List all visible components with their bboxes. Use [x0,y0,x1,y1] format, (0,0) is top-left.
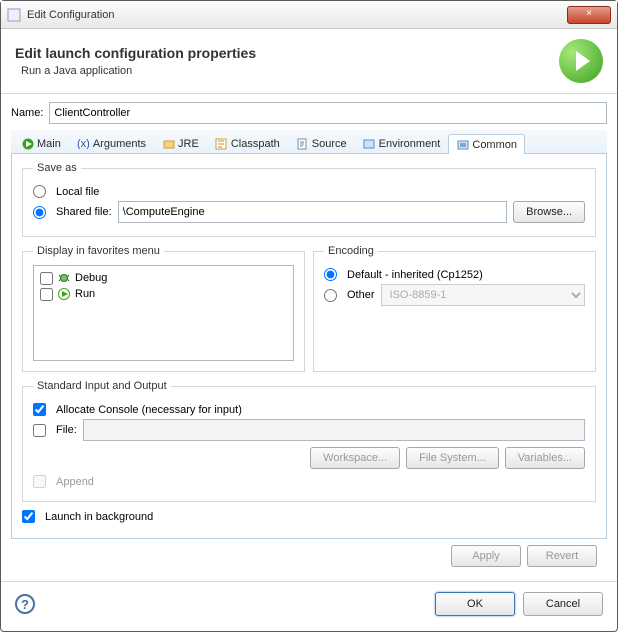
file-label: File: [56,424,77,436]
launch-background-label: Launch in background [45,511,153,523]
launch-background-checkbox[interactable] [22,510,35,523]
shared-file-input[interactable] [118,201,507,223]
favorites-run-label: Run [75,288,95,300]
help-icon[interactable]: ? [15,594,35,614]
save-as-group: Save as Local file Shared file: Browse..… [22,162,596,237]
shared-file-label: Shared file: [56,206,112,218]
tab-arguments-label: Arguments [93,138,146,150]
allocate-console-checkbox[interactable] [33,403,46,416]
common-icon [456,138,469,151]
tab-jre-label: JRE [178,138,199,150]
tab-classpath[interactable]: Classpath [207,133,288,153]
revert-button[interactable]: Revert [527,545,597,567]
tab-jre[interactable]: JRE [154,133,207,153]
favorites-list[interactable]: Debug Run [33,265,294,361]
favorites-legend: Display in favorites menu [33,245,164,257]
classpath-icon [215,137,228,150]
run-mini-icon [57,287,71,301]
encoding-legend: Encoding [324,245,378,257]
local-file-radio[interactable] [33,185,46,198]
footer: ? OK Cancel [1,581,617,626]
file-input[interactable] [83,419,585,441]
tab-bar: Main (x)= Arguments JRE Classpath Source… [11,130,607,154]
browse-button[interactable]: Browse... [513,201,585,223]
cancel-button[interactable]: Cancel [523,592,603,616]
banner-subtitle: Run a Java application [15,65,559,77]
encoding-select[interactable]: ISO-8859-1 [381,284,585,306]
debug-icon [57,271,71,285]
allocate-console-label: Allocate Console (necessary for input) [56,404,242,416]
file-checkbox[interactable] [33,424,46,437]
banner: Edit launch configuration properties Run… [1,29,617,94]
run-icon [559,39,603,83]
tab-common-label: Common [472,139,517,151]
encoding-group: Encoding Default - inherited (Cp1252) Ot… [313,245,596,372]
run-small-icon [21,137,34,150]
append-label: Append [56,476,94,488]
tab-arguments[interactable]: (x)= Arguments [69,133,154,153]
window-icon [7,8,21,22]
svg-text:(x)=: (x)= [77,138,90,149]
favorites-item-run[interactable]: Run [38,286,289,302]
io-group: Standard Input and Output Allocate Conso… [22,380,596,502]
favorites-debug-checkbox[interactable] [40,272,53,285]
tab-common[interactable]: Common [448,134,525,154]
append-checkbox[interactable] [33,475,46,488]
window-title: Edit Configuration [27,9,567,21]
close-button[interactable]: × [567,6,611,24]
tab-main-label: Main [37,138,61,150]
variables-button[interactable]: Variables... [505,447,585,469]
file-system-button[interactable]: File System... [406,447,499,469]
ok-button[interactable]: OK [435,592,515,616]
shared-file-radio[interactable] [33,206,46,219]
favorites-debug-label: Debug [75,272,107,284]
apply-button[interactable]: Apply [451,545,521,567]
favorites-item-debug[interactable]: Debug [38,270,289,286]
tab-panel: Save as Local file Shared file: Browse..… [11,154,607,539]
save-as-legend: Save as [33,162,81,174]
arguments-icon: (x)= [77,137,90,150]
tab-environment-label: Environment [379,138,441,150]
titlebar: Edit Configuration × [1,1,617,29]
name-input[interactable] [49,102,607,124]
encoding-default-label: Default - inherited (Cp1252) [347,269,483,281]
tab-source[interactable]: Source [288,133,355,153]
encoding-default-radio[interactable] [324,268,337,281]
jre-icon [162,137,175,150]
encoding-other-label: Other [347,289,375,301]
name-label: Name: [11,107,43,119]
source-icon [296,137,309,150]
tab-classpath-label: Classpath [231,138,280,150]
environment-icon [363,137,376,150]
local-file-label: Local file [56,186,99,198]
tab-source-label: Source [312,138,347,150]
encoding-other-radio[interactable] [324,289,337,302]
favorites-run-checkbox[interactable] [40,288,53,301]
tab-main[interactable]: Main [13,133,69,153]
io-legend: Standard Input and Output [33,380,171,392]
favorites-group: Display in favorites menu Debug Run [22,245,305,372]
workspace-button[interactable]: Workspace... [310,447,400,469]
banner-title: Edit launch configuration properties [15,45,559,61]
tab-environment[interactable]: Environment [355,133,449,153]
